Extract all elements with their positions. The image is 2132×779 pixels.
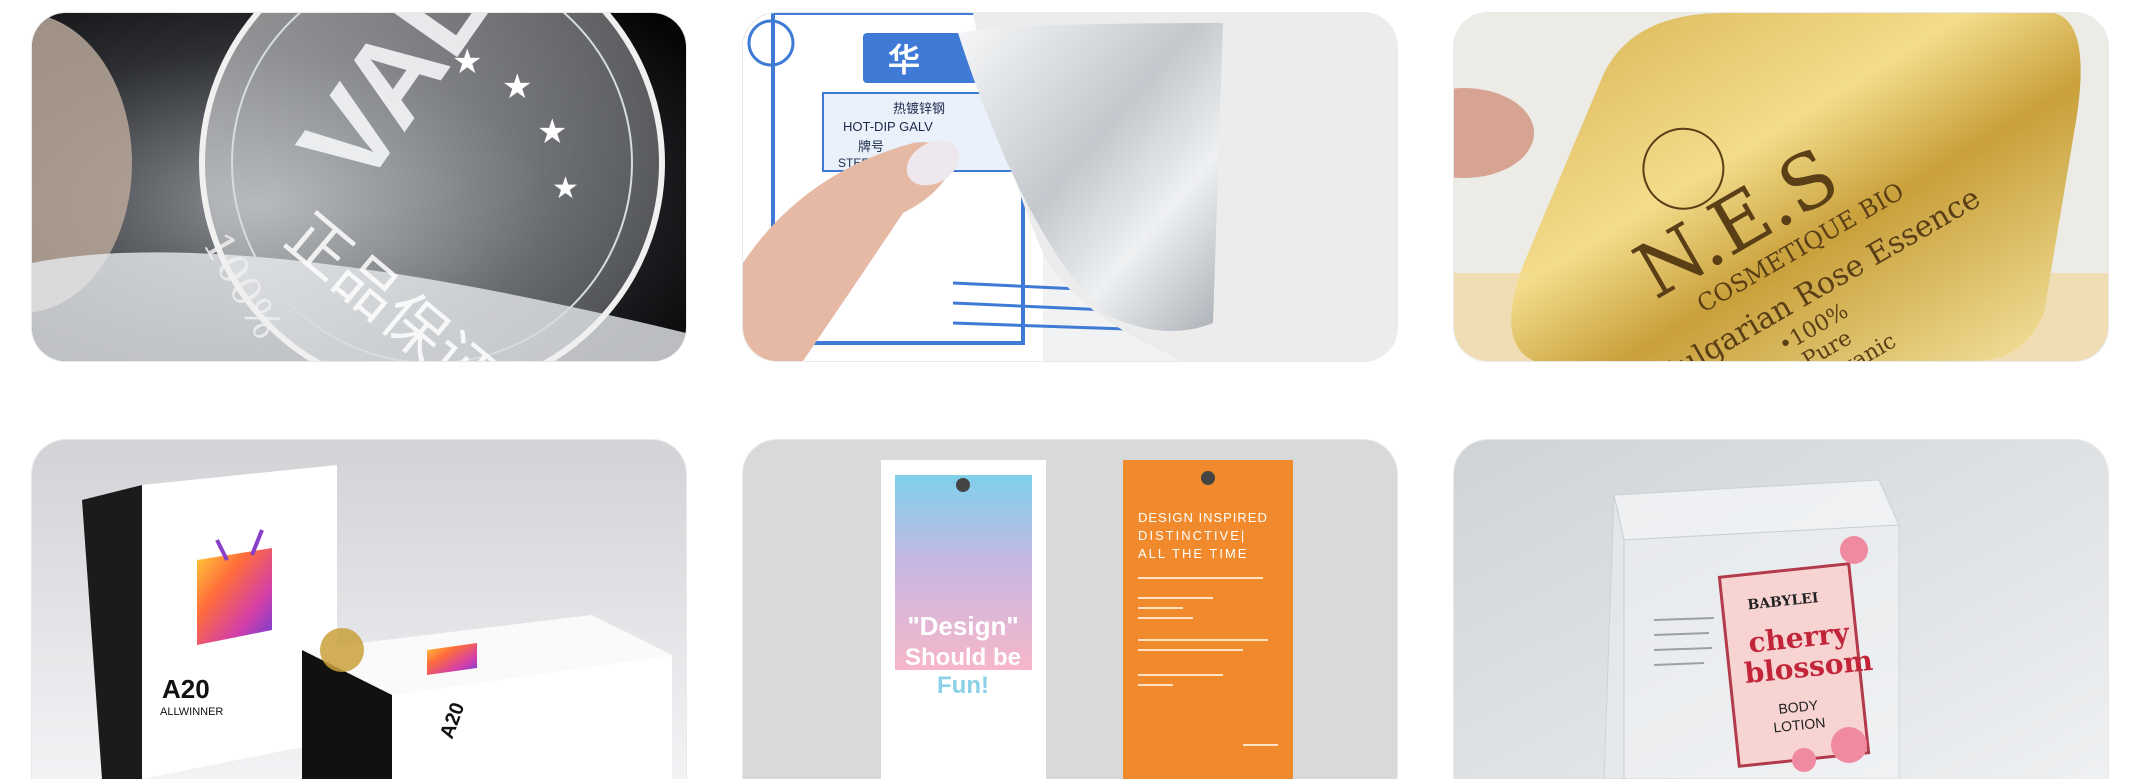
box-maker: ALLWINNER	[160, 706, 223, 718]
svg-text:★: ★	[502, 68, 532, 106]
svg-text:★: ★	[552, 172, 579, 205]
tag-right-line-2: DISTINCTIVE|	[1138, 528, 1246, 543]
photo-clear-pvc-box: BABYLEI cherry blossom BODY LOTION	[1454, 440, 2108, 779]
tag-left-line-2: Should be	[905, 644, 1021, 671]
box-model: A20	[162, 674, 210, 704]
photo-hang-tags: "Design" Should be Fun! DESIGN INSPIRED …	[743, 440, 1397, 779]
photo-clear-seal-sticker: ★ ★ ★ ★ VALK 正品保证 100%	[32, 13, 686, 361]
clear-seal-illustration: ★ ★ ★ ★ VALK 正品保证 100%	[32, 13, 686, 361]
tv-box-illustration: A20 ALLWINNER A20	[32, 440, 686, 779]
tag-left-line-3: Fun!	[937, 672, 989, 699]
tv-artwork	[197, 548, 272, 645]
label-line-cn: 热镀锌钢	[893, 101, 945, 116]
tag-right-line-3: ALL THE TIME	[1138, 546, 1248, 561]
svg-text:★: ★	[537, 113, 567, 151]
tag-right	[1123, 460, 1293, 779]
photo-silver-label: 华 热镀锌钢 HOT-DIP GALV 牌号 STEEL GRADE	[743, 13, 1397, 361]
label-line-en: HOT-DIP GALV	[843, 119, 933, 134]
photo-gold-foil-label: N.E.S COSMETIQUE BIO Bulgarian Rose Esse…	[1454, 13, 2108, 361]
label-brand: 华	[888, 42, 920, 78]
tag-left-line-1: "Design"	[907, 611, 1018, 641]
label-grade-cn: 牌号	[858, 139, 884, 154]
gold-label-illustration: N.E.S COSMETIQUE BIO Bulgarian Rose Esse…	[1454, 13, 2108, 361]
silver-label-illustration: 华 热镀锌钢 HOT-DIP GALV 牌号 STEEL GRADE	[743, 13, 1397, 361]
tag-right-line-1: DESIGN INSPIRED	[1138, 510, 1268, 525]
photo-tv-box-packaging: A20 ALLWINNER A20	[32, 440, 686, 779]
hang-tags-illustration: "Design" Should be Fun! DESIGN INSPIRED …	[743, 440, 1397, 779]
gold-seal	[320, 628, 364, 672]
pvc-box-illustration: BABYLEI cherry blossom BODY LOTION	[1454, 440, 2108, 779]
